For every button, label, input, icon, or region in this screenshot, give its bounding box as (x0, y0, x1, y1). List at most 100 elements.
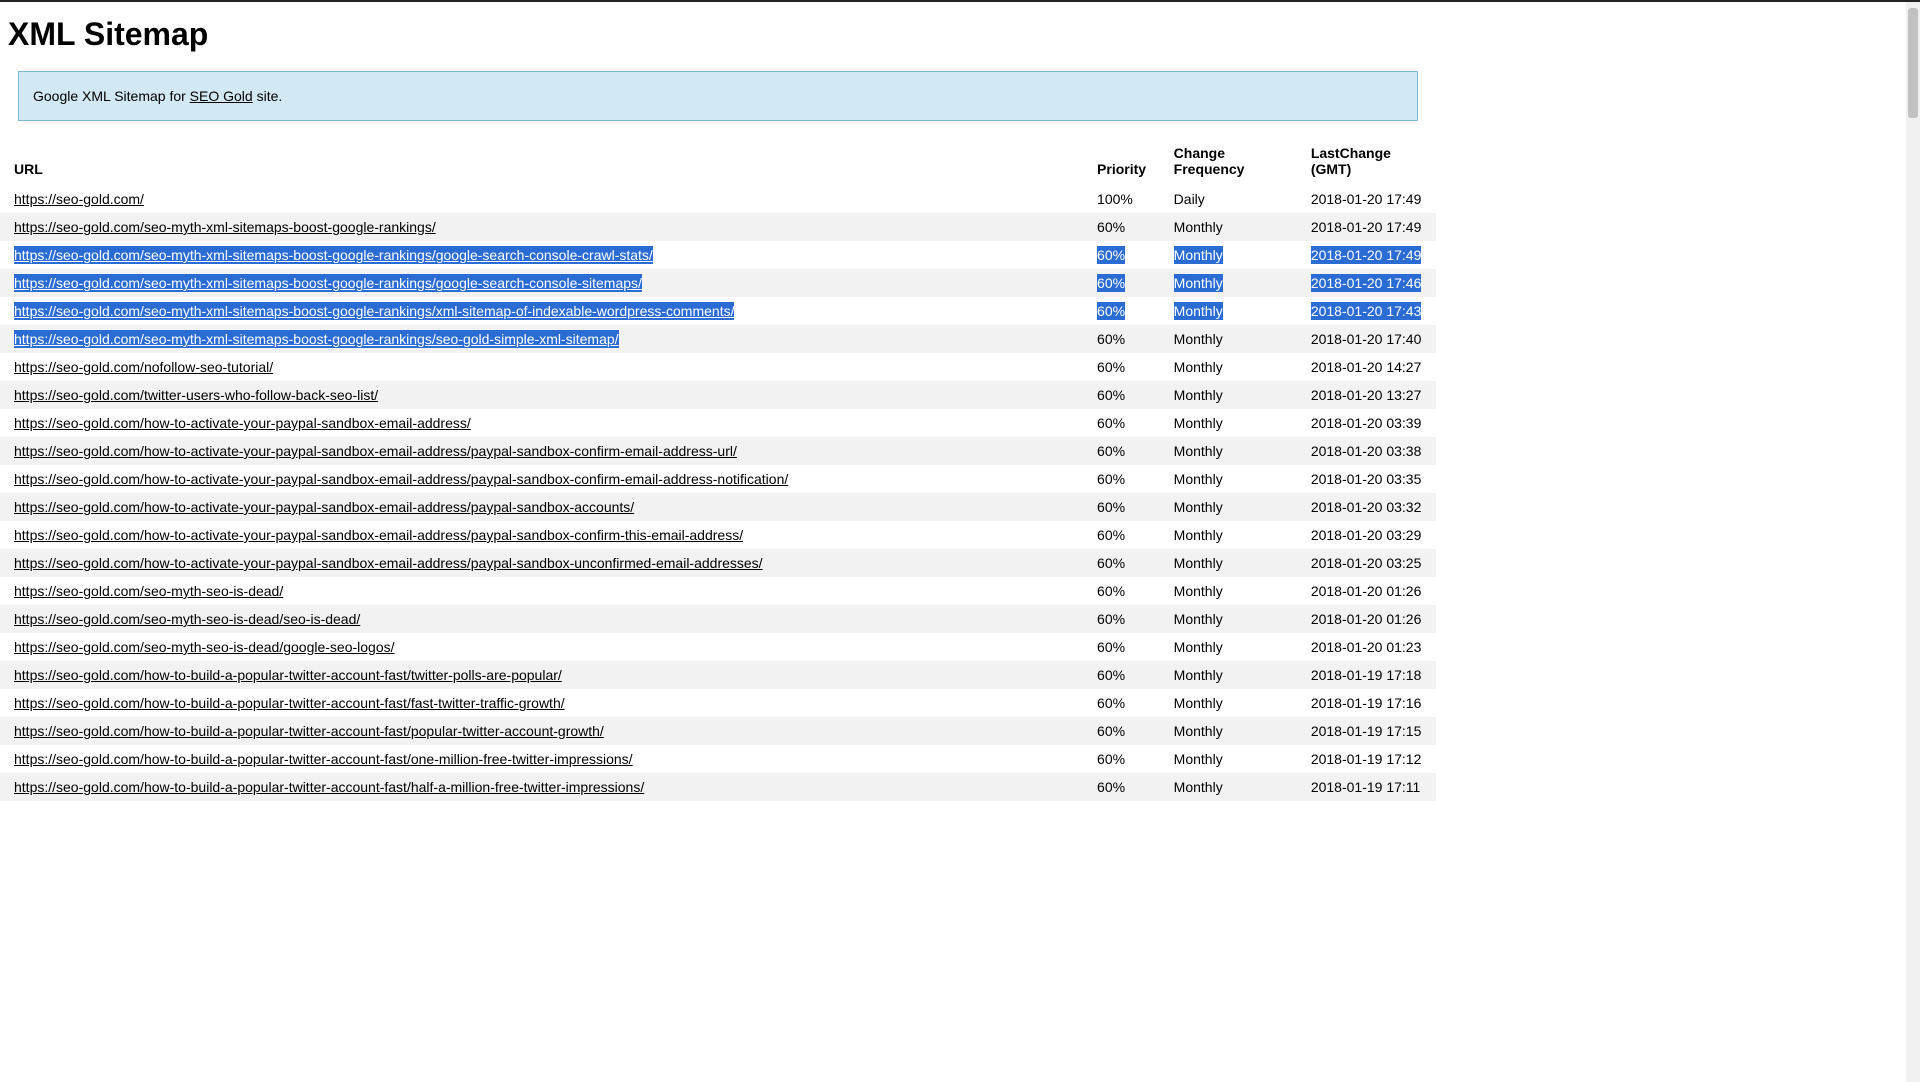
table-row: https://seo-gold.com/seo-myth-xml-sitema… (0, 213, 1436, 241)
text-selection-highlight: https://seo-gold.com/seo-myth-xml-sitema… (14, 274, 642, 292)
url-link[interactable]: https://seo-gold.com/seo-myth-xml-sitema… (14, 303, 734, 319)
text-selection-highlight: https://seo-gold.com/seo-myth-xml-sitema… (14, 302, 734, 320)
col-header-url: URL (0, 139, 1083, 185)
url-link[interactable]: https://seo-gold.com/how-to-build-a-popu… (14, 751, 633, 767)
url-link[interactable]: https://seo-gold.com/nofollow-seo-tutori… (14, 359, 273, 375)
cell-lastchange: 2018-01-20 14:27 (1297, 353, 1436, 381)
cell-url: https://seo-gold.com/how-to-activate-you… (0, 437, 1083, 465)
cell-priority: 60% (1083, 325, 1160, 353)
cell-priority: 60% (1083, 605, 1160, 633)
col-header-changefreq: Change Frequency (1160, 139, 1297, 185)
url-link[interactable]: https://seo-gold.com/how-to-activate-you… (14, 499, 634, 515)
cell-changefreq: Monthly (1160, 213, 1297, 241)
url-link[interactable]: https://seo-gold.com/seo-myth-seo-is-dea… (14, 639, 395, 655)
table-header-row: URL Priority Change Frequency LastChange… (0, 139, 1436, 185)
cell-changefreq: Monthly (1160, 605, 1297, 633)
cell-changefreq: Monthly (1160, 633, 1297, 661)
table-row: https://seo-gold.com/seo-myth-seo-is-dea… (0, 605, 1436, 633)
cell-url: https://seo-gold.com/how-to-build-a-popu… (0, 745, 1083, 773)
url-link[interactable]: https://seo-gold.com/seo-myth-xml-sitema… (14, 275, 642, 291)
cell-lastchange: 2018-01-20 03:29 (1297, 521, 1436, 549)
cell-priority: 60% (1083, 213, 1160, 241)
cell-changefreq: Monthly (1160, 465, 1297, 493)
cell-url: https://seo-gold.com/ (0, 185, 1083, 213)
table-row: https://seo-gold.com/how-to-build-a-popu… (0, 689, 1436, 717)
info-link[interactable]: SEO Gold (190, 88, 253, 104)
text-selection-highlight: 2018-01-20 17:46 (1311, 274, 1422, 292)
table-row: https://seo-gold.com/how-to-build-a-popu… (0, 745, 1436, 773)
table-row: https://seo-gold.com/how-to-activate-you… (0, 521, 1436, 549)
table-row: https://seo-gold.com/how-to-activate-you… (0, 409, 1436, 437)
info-suffix: site. (253, 88, 283, 104)
cell-url: https://seo-gold.com/how-to-build-a-popu… (0, 689, 1083, 717)
cell-changefreq: Monthly (1160, 577, 1297, 605)
cell-lastchange: 2018-01-19 17:11 (1297, 773, 1436, 801)
cell-changefreq: Monthly (1160, 549, 1297, 577)
url-link[interactable]: https://seo-gold.com/how-to-build-a-popu… (14, 695, 565, 711)
col-header-priority: Priority (1083, 139, 1160, 185)
vertical-scrollbar[interactable] (1906, 2, 1920, 1082)
cell-lastchange: 2018-01-20 03:32 (1297, 493, 1436, 521)
table-row: https://seo-gold.com/how-to-activate-you… (0, 549, 1436, 577)
url-link[interactable]: https://seo-gold.com/how-to-activate-you… (14, 527, 743, 543)
cell-url: https://seo-gold.com/how-to-activate-you… (0, 521, 1083, 549)
table-row: https://seo-gold.com/seo-myth-xml-sitema… (0, 241, 1436, 269)
url-link[interactable]: https://seo-gold.com/seo-myth-seo-is-dea… (14, 611, 360, 627)
cell-url: https://seo-gold.com/how-to-build-a-popu… (0, 661, 1083, 689)
url-link[interactable]: https://seo-gold.com/seo-myth-seo-is-dea… (14, 583, 283, 599)
table-row: https://seo-gold.com/twitter-users-who-f… (0, 381, 1436, 409)
cell-priority: 60% (1083, 409, 1160, 437)
text-selection-highlight: 2018-01-20 17:43 (1311, 302, 1422, 320)
cell-url: https://seo-gold.com/seo-myth-xml-sitema… (0, 213, 1083, 241)
url-link[interactable]: https://seo-gold.com/ (14, 191, 144, 207)
cell-url: https://seo-gold.com/how-to-build-a-popu… (0, 717, 1083, 745)
cell-changefreq: Monthly (1160, 521, 1297, 549)
table-row: https://seo-gold.com/nofollow-seo-tutori… (0, 353, 1436, 381)
cell-priority: 60% (1083, 717, 1160, 745)
cell-url: https://seo-gold.com/how-to-activate-you… (0, 465, 1083, 493)
cell-lastchange: 2018-01-20 17:40 (1297, 325, 1436, 353)
cell-lastchange: 2018-01-20 01:23 (1297, 633, 1436, 661)
url-link[interactable]: https://seo-gold.com/seo-myth-xml-sitema… (14, 219, 436, 235)
cell-changefreq: Monthly (1160, 689, 1297, 717)
url-link[interactable]: https://seo-gold.com/how-to-activate-you… (14, 555, 763, 571)
cell-url: https://seo-gold.com/seo-myth-seo-is-dea… (0, 577, 1083, 605)
cell-lastchange: 2018-01-20 03:35 (1297, 465, 1436, 493)
cell-priority: 60% (1083, 577, 1160, 605)
url-link[interactable]: https://seo-gold.com/how-to-activate-you… (14, 415, 471, 431)
cell-changefreq: Monthly (1160, 409, 1297, 437)
table-row: https://seo-gold.com/seo-myth-seo-is-dea… (0, 577, 1436, 605)
url-link[interactable]: https://seo-gold.com/how-to-build-a-popu… (14, 723, 604, 739)
url-link[interactable]: https://seo-gold.com/seo-myth-xml-sitema… (14, 331, 619, 347)
cell-priority: 60% (1083, 353, 1160, 381)
cell-lastchange: 2018-01-20 17:49 (1297, 241, 1436, 269)
cell-lastchange: 2018-01-20 17:43 (1297, 297, 1436, 325)
table-row: https://seo-gold.com/how-to-build-a-popu… (0, 773, 1436, 801)
cell-priority: 60% (1083, 745, 1160, 773)
text-selection-highlight: Monthly (1174, 246, 1223, 264)
cell-url: https://seo-gold.com/seo-myth-xml-sitema… (0, 241, 1083, 269)
cell-lastchange: 2018-01-20 03:25 (1297, 549, 1436, 577)
cell-priority: 60% (1083, 521, 1160, 549)
cell-priority: 60% (1083, 773, 1160, 801)
text-selection-highlight: https://seo-gold.com/seo-myth-xml-sitema… (14, 330, 619, 348)
cell-url: https://seo-gold.com/how-to-activate-you… (0, 409, 1083, 437)
cell-lastchange: 2018-01-20 13:27 (1297, 381, 1436, 409)
url-link[interactable]: https://seo-gold.com/seo-myth-xml-sitema… (14, 247, 653, 263)
table-row: https://seo-gold.com/how-to-activate-you… (0, 493, 1436, 521)
cell-changefreq: Monthly (1160, 325, 1297, 353)
text-selection-highlight: https://seo-gold.com/seo-myth-xml-sitema… (14, 246, 653, 264)
info-prefix: Google XML Sitemap for (33, 88, 190, 104)
url-link[interactable]: https://seo-gold.com/how-to-build-a-popu… (14, 667, 562, 683)
cell-priority: 60% (1083, 661, 1160, 689)
url-link[interactable]: https://seo-gold.com/how-to-build-a-popu… (14, 779, 644, 795)
url-link[interactable]: https://seo-gold.com/how-to-activate-you… (14, 471, 788, 487)
scrollbar-thumb[interactable] (1908, 8, 1918, 118)
url-link[interactable]: https://seo-gold.com/twitter-users-who-f… (14, 387, 378, 403)
cell-priority: 100% (1083, 185, 1160, 213)
cell-lastchange: 2018-01-20 03:39 (1297, 409, 1436, 437)
cell-priority: 60% (1083, 689, 1160, 717)
cell-priority: 60% (1083, 465, 1160, 493)
cell-url: https://seo-gold.com/seo-myth-seo-is-dea… (0, 605, 1083, 633)
url-link[interactable]: https://seo-gold.com/how-to-activate-you… (14, 443, 737, 459)
